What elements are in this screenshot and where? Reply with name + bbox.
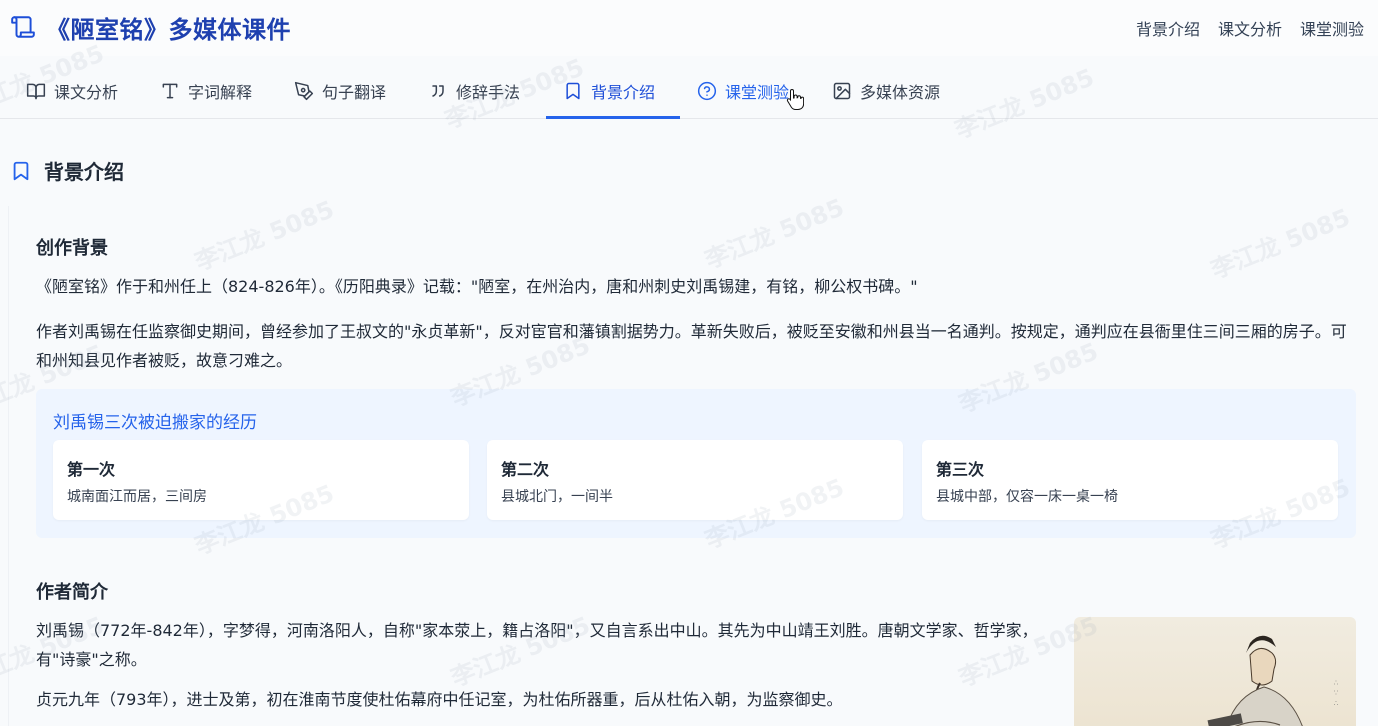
section-title: 背景介绍 xyxy=(44,160,124,184)
author-paragraph-1: 刘禹锡（772年-842年），字梦得，河南洛阳人，自称"家本荥上，籍占洛阳"，又… xyxy=(36,621,1038,669)
portrait-illustration: ∴ ∵ ∴ xyxy=(1207,635,1340,726)
move-card-desc: 城南面江而居，三间房 xyxy=(67,489,207,505)
top-nav-background[interactable]: 背景介绍 xyxy=(1136,16,1200,40)
top-nav-analysis[interactable]: 课文分析 xyxy=(1218,16,1282,40)
tab-bar: 课文分析 字词解释 句子翻译 修辞手法 背景介绍 课堂测验 多媒体资源 xyxy=(0,63,1378,119)
author-paragraph-2: 贞元九年（793年），进士及第，初在淮南节度使杜佑幕府中任记室，为杜佑所器重，后… xyxy=(36,690,843,709)
tab-label: 多媒体资源 xyxy=(860,83,941,102)
tab-label: 修辞手法 xyxy=(456,83,521,102)
tab-word-explain[interactable]: 字词解释 xyxy=(160,63,252,119)
svg-text:∴ ∵ ∴: ∴ ∵ ∴ xyxy=(1332,679,1340,707)
move-card-title: 第一次 xyxy=(67,460,116,479)
pen-tool-icon xyxy=(294,81,314,101)
tab-quiz[interactable]: 课堂测验 xyxy=(697,63,789,119)
hand-pointer-cursor-icon xyxy=(786,88,804,110)
move-card-desc: 县城中部，仅容一床一桌一椅 xyxy=(936,489,1118,505)
move-card-title: 第二次 xyxy=(501,460,550,479)
move-card: 第一次 城南面江而居，三间房 xyxy=(53,440,469,520)
tab-sentence-translate[interactable]: 句子翻译 xyxy=(294,63,386,119)
bookmark-icon xyxy=(13,161,29,180)
move-card-title: 第三次 xyxy=(936,460,985,479)
app-title: 《陋室铭》多媒体课件 xyxy=(46,16,291,44)
moves-callout: 刘禹锡三次被迫搬家的经历 第一次 城南面江而居，三间房 第二次 县城北门，一间半… xyxy=(36,389,1356,538)
bookmark-icon xyxy=(566,82,580,100)
app-header: 《陋室铭》多媒体课件 背景介绍 课文分析 课堂测验 xyxy=(0,0,1378,56)
quote-icon xyxy=(432,85,444,97)
tab-label: 背景介绍 xyxy=(591,83,656,102)
top-nav: 背景介绍 课文分析 课堂测验 xyxy=(1136,16,1364,40)
moves-title: 刘禹锡三次被迫搬家的经历 xyxy=(53,413,257,433)
move-card-desc: 县城北门，一间半 xyxy=(501,489,613,505)
move-card: 第三次 县城中部，仅容一床一桌一椅 xyxy=(922,440,1338,520)
active-tab-indicator xyxy=(546,116,680,119)
scroll-icon xyxy=(11,16,35,38)
help-circle-icon xyxy=(697,81,717,101)
type-icon xyxy=(162,83,178,99)
section-heading: 背景介绍 xyxy=(10,156,124,185)
tab-multimedia[interactable]: 多媒体资源 xyxy=(832,63,940,119)
move-card: 第二次 县城北门，一间半 xyxy=(487,440,903,520)
image-icon xyxy=(833,82,851,100)
tab-label: 课堂测验 xyxy=(725,83,790,102)
creation-paragraph-1: 《陋室铭》作于和州任上（824-826年）。《历阳典录》记载："陋室，在州治内，… xyxy=(36,277,918,296)
tab-background[interactable]: 背景介绍 xyxy=(563,63,655,119)
tab-label: 句子翻译 xyxy=(322,83,387,102)
page: 《陋室铭》多媒体课件 背景介绍 课文分析 课堂测验 课文分析 字词解释 句子翻译… xyxy=(0,0,1378,726)
tab-rhetoric[interactable]: 修辞手法 xyxy=(428,63,520,119)
creation-paragraph-2: 作者刘禹锡在任监察御史期间，曾经参加了王叔文的"永贞革新"，反对宦官和藩镇割据势… xyxy=(36,322,1347,370)
tab-label: 课文分析 xyxy=(54,83,119,102)
top-nav-quiz[interactable]: 课堂测验 xyxy=(1300,16,1364,40)
book-open-icon xyxy=(26,83,46,100)
creation-heading: 创作背景 xyxy=(36,238,108,259)
tab-label: 字词解释 xyxy=(188,83,253,102)
tab-text-analysis[interactable]: 课文分析 xyxy=(26,63,118,119)
author-portrait-image: ∴ ∵ ∴ xyxy=(1074,617,1356,726)
author-heading: 作者简介 xyxy=(36,582,108,603)
